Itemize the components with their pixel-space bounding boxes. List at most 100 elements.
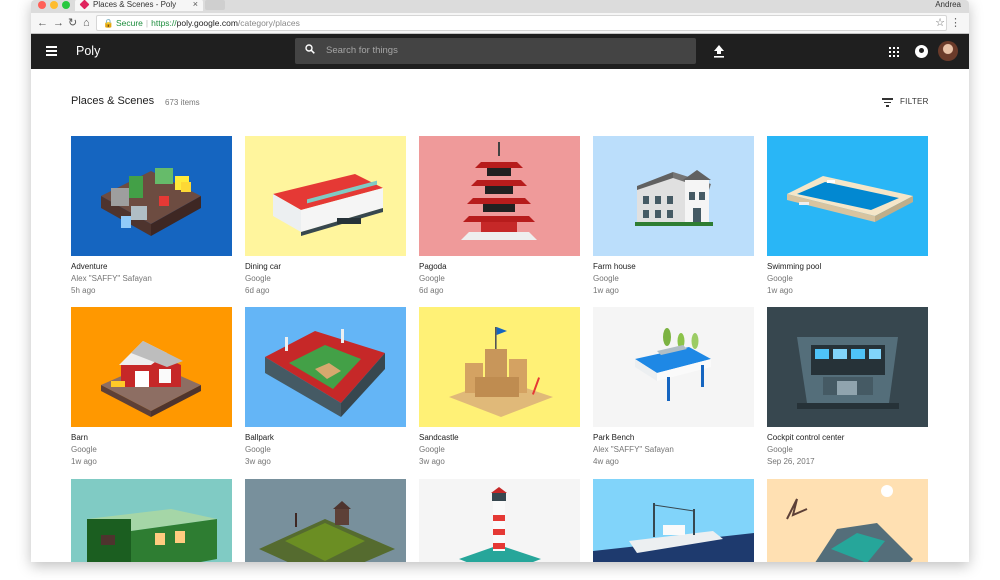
item-title[interactable]: Barn <box>71 433 232 442</box>
item-card[interactable]: Barn Google 1w ago <box>71 307 232 466</box>
search-icon <box>305 44 315 54</box>
apps-grid-icon[interactable] <box>889 47 899 57</box>
browser-window: Places & Scenes - Poly × Andrea ← → ↻ ⌂ … <box>31 0 969 562</box>
item-thumbnail[interactable] <box>593 479 754 562</box>
item-title[interactable]: Dining car <box>245 262 406 271</box>
item-thumbnail[interactable] <box>245 136 406 256</box>
lock-icon: 🔒 <box>103 18 114 28</box>
item-title[interactable]: Pagoda <box>419 262 580 271</box>
item-thumbnail[interactable] <box>71 136 232 256</box>
item-age: 1w ago <box>767 286 793 295</box>
item-card[interactable] <box>593 479 754 562</box>
search-input[interactable]: Search for things <box>295 38 696 64</box>
item-count: 673 items <box>165 98 200 107</box>
item-thumbnail[interactable] <box>767 136 928 256</box>
item-title[interactable]: Farm house <box>593 262 754 271</box>
url-domain: poly.google.com <box>176 18 238 28</box>
tab-title: Places & Scenes - Poly <box>93 0 177 9</box>
item-title[interactable]: Park Bench <box>593 433 754 442</box>
url-path: /category/places <box>237 18 300 28</box>
item-author[interactable]: Google <box>245 445 406 454</box>
item-author[interactable]: Google <box>71 445 232 454</box>
close-window-button[interactable] <box>38 1 46 9</box>
item-card[interactable]: Swimming pool Google 1w ago <box>767 136 928 295</box>
item-author[interactable]: Google <box>419 445 580 454</box>
item-age: 4w ago <box>593 457 619 466</box>
item-card[interactable]: Sandcastle Google 3w ago <box>419 307 580 466</box>
app-bar: Poly Search for things <box>31 34 969 69</box>
item-age: 3w ago <box>419 457 445 466</box>
item-age: Sep 26, 2017 <box>767 457 815 466</box>
item-card[interactable]: Ballpark Google 3w ago <box>245 307 406 466</box>
minimize-window-button[interactable] <box>50 1 58 9</box>
tab-strip: Places & Scenes - Poly × Andrea <box>31 0 969 11</box>
item-age: 5h ago <box>71 286 96 295</box>
home-icon[interactable]: ⌂ <box>83 16 90 30</box>
browser-user-name[interactable]: Andrea <box>935 0 961 9</box>
item-thumbnail[interactable] <box>419 307 580 427</box>
browser-chrome: Places & Scenes - Poly × Andrea ← → ↻ ⌂ … <box>31 0 969 34</box>
filter-icon <box>882 98 893 107</box>
item-age: 6d ago <box>419 286 444 295</box>
url-scheme: https:// <box>151 18 177 28</box>
item-card[interactable] <box>767 479 928 562</box>
item-age: 1w ago <box>593 286 619 295</box>
main-content: Places & Scenes 673 items FILTER Adventu… <box>31 69 969 562</box>
reload-icon[interactable]: ↻ <box>68 16 77 30</box>
upload-icon[interactable] <box>712 43 726 59</box>
url-separator: | <box>145 18 149 28</box>
item-card[interactable]: Park Bench Alex "SAFFY" Safayan 4w ago <box>593 307 754 466</box>
item-card[interactable]: Pagoda Google 6d ago <box>419 136 580 295</box>
forward-arrow-icon[interactable]: → <box>53 16 64 30</box>
item-card[interactable] <box>71 479 232 562</box>
menu-icon[interactable] <box>46 46 57 56</box>
bookmark-star-icon[interactable]: ☆ <box>935 16 945 29</box>
item-author[interactable]: Google <box>767 445 928 454</box>
item-thumbnail[interactable] <box>593 136 754 256</box>
tab-close-icon[interactable]: × <box>193 0 198 9</box>
item-age: 1w ago <box>71 457 97 466</box>
item-thumbnail[interactable] <box>593 307 754 427</box>
item-card[interactable]: Adventure Alex "SAFFY" Safayan 5h ago <box>71 136 232 295</box>
item-age: 3w ago <box>245 457 271 466</box>
item-card[interactable] <box>419 479 580 562</box>
item-title[interactable]: Adventure <box>71 262 232 271</box>
item-thumbnail[interactable] <box>245 307 406 427</box>
item-card[interactable]: Farm house Google 1w ago <box>593 136 754 295</box>
item-author[interactable]: Google <box>767 274 928 283</box>
item-author[interactable]: Google <box>419 274 580 283</box>
secure-label: Secure <box>115 18 143 28</box>
page-title: Places & Scenes <box>71 95 155 107</box>
item-title[interactable]: Sandcastle <box>419 433 580 442</box>
avatar[interactable] <box>938 41 958 61</box>
item-title[interactable]: Swimming pool <box>767 262 928 271</box>
item-thumbnail[interactable] <box>71 479 232 562</box>
browser-tab[interactable]: Places & Scenes - Poly × <box>75 0 203 11</box>
poly-favicon-icon <box>79 0 90 10</box>
item-thumbnail[interactable] <box>767 307 928 427</box>
item-thumbnail[interactable] <box>419 136 580 256</box>
item-author[interactable]: Google <box>593 274 754 283</box>
item-thumbnail[interactable] <box>71 307 232 427</box>
account-icon[interactable] <box>915 45 928 58</box>
item-card[interactable]: Dining car Google 6d ago <box>245 136 406 295</box>
item-author[interactable]: Alex "SAFFY" Safayan <box>593 445 754 454</box>
filter-label: FILTER <box>900 97 929 106</box>
poly-logo[interactable]: Poly <box>76 44 100 58</box>
item-thumbnail[interactable] <box>245 479 406 562</box>
url-bar[interactable]: 🔒 Secure | https://poly.google.com/categor… <box>96 15 947 31</box>
item-title[interactable]: Cockpit control center <box>767 433 928 442</box>
item-author[interactable]: Google <box>245 274 406 283</box>
item-author[interactable]: Alex "SAFFY" Safayan <box>71 274 232 283</box>
item-thumbnail[interactable] <box>767 479 928 562</box>
item-age: 6d ago <box>245 286 270 295</box>
browser-menu-icon[interactable]: ⋮ <box>950 16 961 29</box>
item-card[interactable] <box>245 479 406 562</box>
item-thumbnail[interactable] <box>419 479 580 562</box>
new-tab-button[interactable] <box>205 0 225 10</box>
item-card[interactable]: Cockpit control center Google Sep 26, 20… <box>767 307 928 466</box>
back-arrow-icon[interactable]: ← <box>37 16 48 30</box>
item-title[interactable]: Ballpark <box>245 433 406 442</box>
maximize-window-button[interactable] <box>62 1 70 9</box>
address-toolbar: ← → ↻ ⌂ 🔒 Secure | https://poly.google.com… <box>31 13 969 33</box>
